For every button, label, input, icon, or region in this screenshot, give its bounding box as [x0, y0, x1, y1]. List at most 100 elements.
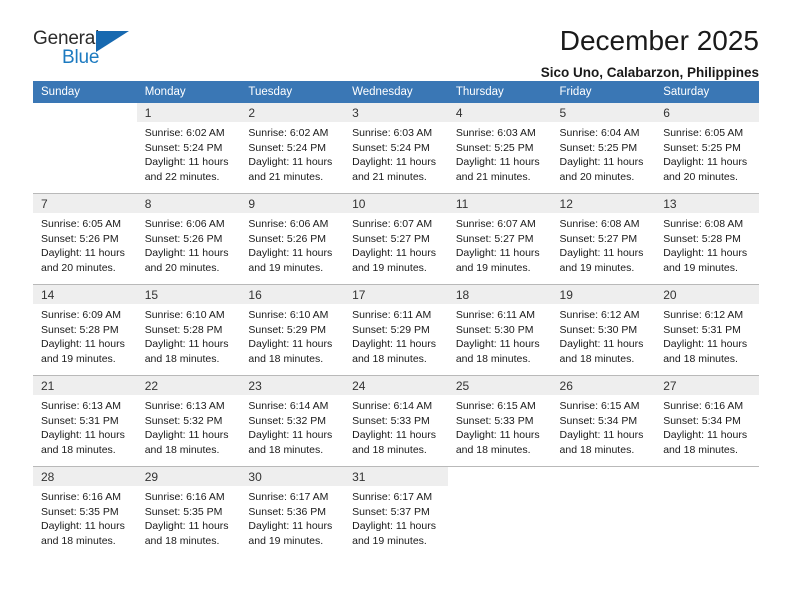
calendar-day-cell[interactable]: 6 Sunrise: 6:05 AM Sunset: 5:25 PM Daylight…	[655, 103, 759, 194]
daylight-duration-line2: and 18 minutes.	[455, 352, 531, 365]
calendar-day-cell[interactable]: 16 Sunrise: 6:10 AM Sunset: 5:29 PM Dayligh…	[240, 284, 345, 376]
sunset-time: Sunset: 5:32 PM	[144, 414, 223, 427]
calendar-day-cell[interactable]: 30 Sunrise: 6:17 AM Sunset: 5:36 PM Dayligh…	[240, 466, 345, 557]
calendar-day-cell[interactable]: 3 Sunrise: 6:03 AM Sunset: 5:24 PM Daylight…	[344, 103, 448, 194]
sunrise-time: Sunrise: 6:14 AM	[248, 400, 329, 412]
daylight-duration-line1: Daylight: 11 hours	[41, 520, 125, 533]
calendar-day-cell[interactable]: 24 Sunrise: 6:14 AM Sunset: 5:33 PM Dayligh…	[344, 375, 448, 467]
day-cell-content: 29 Sunrise: 6:16 AM Sunset: 5:35 PM Dayligh…	[136, 467, 241, 557]
daylight-duration-line1: Daylight: 11 hours	[248, 429, 333, 442]
calendar-day-cell[interactable]: 27 Sunrise: 6:16 AM Sunset: 5:34 PM Dayligh…	[655, 375, 759, 467]
calendar-day-cell[interactable]: 18 Sunrise: 6:11 AM Sunset: 5:30 PM Dayligh…	[447, 284, 552, 376]
calendar-day-cell[interactable]: 26 Sunrise: 6:15 AM Sunset: 5:34 PM Dayligh…	[551, 375, 656, 467]
sunrise-time: Sunrise: 6:11 AM	[455, 309, 535, 321]
calendar-day-cell[interactable]: 10 Sunrise: 6:07 AM Sunset: 5:27 PM Dayligh…	[344, 193, 448, 285]
day-cell-content: 15 Sunrise: 6:10 AM Sunset: 5:28 PM Dayligh…	[136, 285, 241, 375]
daylight-duration-line1: Daylight: 11 hours	[663, 247, 748, 260]
day-cell-content: 7 Sunrise: 6:05 AM Sunset: 5:26 PM Daylight…	[33, 194, 137, 284]
calendar-day-cell[interactable]: 5 Sunrise: 6:04 AM Sunset: 5:25 PM Daylight…	[551, 103, 656, 194]
sunrise-time: Sunrise: 6:12 AM	[663, 309, 744, 321]
calendar-day-cell[interactable]: 23 Sunrise: 6:14 AM Sunset: 5:32 PM Dayligh…	[240, 375, 345, 467]
calendar-day-cell[interactable]: 22 Sunrise: 6:13 AM Sunset: 5:32 PM Dayligh…	[136, 375, 241, 467]
calendar-day-cell[interactable]: 4 Sunrise: 6:03 AM Sunset: 5:25 PM Daylight…	[447, 103, 552, 194]
day-number: 28	[33, 467, 137, 486]
day-cell-content: 28 Sunrise: 6:16 AM Sunset: 5:35 PM Dayligh…	[33, 467, 137, 557]
calendar-day-cell[interactable]: 2 Sunrise: 6:02 AM Sunset: 5:24 PM Daylight…	[240, 103, 345, 194]
day-number: 18	[447, 285, 552, 304]
calendar-week-row: 1 Sunrise: 6:02 AM Sunset: 5:24 PM Daylight…	[33, 103, 759, 194]
daylight-duration-line1: Daylight: 11 hours	[41, 338, 125, 351]
calendar-day-cell[interactable]: 8 Sunrise: 6:06 AM Sunset: 5:26 PM Daylight…	[136, 193, 241, 285]
location-subtitle: Sico Uno, Calabarzon, Philippines	[540, 65, 759, 81]
day-cell-content: 27 Sunrise: 6:16 AM Sunset: 5:34 PM Dayligh…	[655, 376, 759, 466]
daylight-duration-line2: and 18 minutes.	[144, 443, 220, 456]
sunrise-time: Sunrise: 6:02 AM	[248, 127, 329, 139]
day-number: 16	[240, 285, 345, 304]
triangle-logo-icon	[96, 31, 129, 52]
day-sun-info: Sunrise: 6:16 AM Sunset: 5:35 PM Daylight:…	[137, 486, 241, 548]
calendar-day-cell[interactable]: 28 Sunrise: 6:16 AM Sunset: 5:35 PM Dayligh…	[33, 466, 137, 557]
daylight-duration-line1: Daylight: 11 hours	[144, 520, 229, 533]
daylight-duration-line2: and 21 minutes.	[455, 170, 531, 183]
day-cell-content: 24 Sunrise: 6:14 AM Sunset: 5:33 PM Dayligh…	[344, 376, 448, 466]
sunset-time: Sunset: 5:31 PM	[41, 414, 119, 427]
weekday-header-monday: Monday	[136, 81, 241, 103]
daylight-duration-line2: and 18 minutes.	[144, 534, 220, 547]
day-number: 21	[33, 376, 137, 395]
calendar-day-cell[interactable]: 7 Sunrise: 6:05 AM Sunset: 5:26 PM Daylight…	[33, 193, 137, 285]
calendar-day-cell[interactable]: 17 Sunrise: 6:11 AM Sunset: 5:29 PM Dayligh…	[344, 284, 448, 376]
daylight-duration-line2: and 18 minutes.	[41, 534, 116, 547]
daylight-duration-line1: Daylight: 11 hours	[248, 338, 333, 351]
daylight-duration-line1: Daylight: 11 hours	[144, 429, 229, 442]
day-cell-content: 1 Sunrise: 6:02 AM Sunset: 5:24 PM Daylight…	[136, 103, 241, 193]
generalblue-logo[interactable]: General Blue	[33, 26, 141, 76]
calendar-body: 1 Sunrise: 6:02 AM Sunset: 5:24 PM Daylight…	[33, 103, 759, 557]
day-number: 22	[136, 376, 241, 395]
day-number: 15	[136, 285, 241, 304]
sunset-time: Sunset: 5:29 PM	[352, 323, 430, 336]
day-number: 11	[447, 194, 552, 213]
calendar-day-cell[interactable]: 29 Sunrise: 6:16 AM Sunset: 5:35 PM Dayligh…	[136, 466, 241, 557]
day-number: 3	[344, 103, 448, 122]
sunset-time: Sunset: 5:28 PM	[663, 232, 741, 245]
weekday-header-thursday: Thursday	[447, 81, 552, 103]
sunrise-time: Sunrise: 6:07 AM	[352, 218, 433, 230]
calendar-day-cell[interactable]: 25 Sunrise: 6:15 AM Sunset: 5:33 PM Dayligh…	[447, 375, 552, 467]
calendar-day-cell[interactable]: 19 Sunrise: 6:12 AM Sunset: 5:30 PM Dayligh…	[551, 284, 656, 376]
sunset-time: Sunset: 5:33 PM	[352, 414, 430, 427]
day-cell-content: 3 Sunrise: 6:03 AM Sunset: 5:24 PM Daylight…	[344, 103, 448, 193]
daylight-duration-line2: and 18 minutes.	[559, 443, 635, 456]
daylight-duration-line2: and 21 minutes.	[248, 170, 324, 183]
daylight-duration-line1: Daylight: 11 hours	[559, 429, 644, 442]
calendar-day-cell[interactable]: 11 Sunrise: 6:07 AM Sunset: 5:27 PM Dayligh…	[447, 193, 552, 285]
day-number: 2	[240, 103, 345, 122]
calendar-day-cell[interactable]: 20 Sunrise: 6:12 AM Sunset: 5:31 PM Dayligh…	[655, 284, 759, 376]
calendar-day-cell[interactable]: 1 Sunrise: 6:02 AM Sunset: 5:24 PM Daylight…	[136, 103, 241, 194]
sunrise-time: Sunrise: 6:08 AM	[559, 218, 640, 230]
sunrise-time: Sunrise: 6:03 AM	[352, 127, 433, 139]
calendar-day-cell[interactable]: 21 Sunrise: 6:13 AM Sunset: 5:31 PM Dayligh…	[33, 375, 137, 467]
calendar-day-cell[interactable]: 13 Sunrise: 6:08 AM Sunset: 5:28 PM Dayligh…	[655, 193, 759, 285]
sunrise-time: Sunrise: 6:09 AM	[41, 309, 121, 321]
calendar-day-cell	[655, 466, 759, 557]
sunrise-time: Sunrise: 6:17 AM	[248, 491, 329, 503]
sunset-time: Sunset: 5:30 PM	[559, 323, 638, 336]
sunrise-sunset-calendar: Sunday Monday Tuesday Wednesday Thursday…	[33, 81, 759, 557]
day-number: 27	[655, 376, 759, 395]
daylight-duration-line1: Daylight: 11 hours	[352, 247, 436, 260]
sunset-time: Sunset: 5:36 PM	[248, 505, 327, 518]
daylight-duration-line2: and 18 minutes.	[144, 352, 220, 365]
sunrise-time: Sunrise: 6:10 AM	[248, 309, 329, 321]
calendar-day-cell[interactable]: 15 Sunrise: 6:10 AM Sunset: 5:28 PM Dayligh…	[136, 284, 241, 376]
daylight-duration-line2: and 21 minutes.	[352, 170, 427, 183]
day-number: 4	[447, 103, 552, 122]
day-sun-info: Sunrise: 6:14 AM Sunset: 5:33 PM Daylight:…	[344, 395, 448, 457]
day-number	[448, 467, 552, 486]
title-block: December 2025 Sico Uno, Calabarzon, Phil…	[540, 26, 759, 81]
calendar-day-cell[interactable]: 12 Sunrise: 6:08 AM Sunset: 5:27 PM Dayligh…	[551, 193, 656, 285]
calendar-page: General Blue December 2025 Sico Uno, Cal…	[0, 0, 792, 612]
calendar-day-cell[interactable]: 9 Sunrise: 6:06 AM Sunset: 5:26 PM Daylight…	[240, 193, 345, 285]
weekday-header-sunday: Sunday	[33, 81, 137, 103]
calendar-day-cell[interactable]: 31 Sunrise: 6:17 AM Sunset: 5:37 PM Dayligh…	[344, 466, 448, 557]
calendar-day-cell[interactable]: 14 Sunrise: 6:09 AM Sunset: 5:28 PM Dayligh…	[33, 284, 137, 376]
